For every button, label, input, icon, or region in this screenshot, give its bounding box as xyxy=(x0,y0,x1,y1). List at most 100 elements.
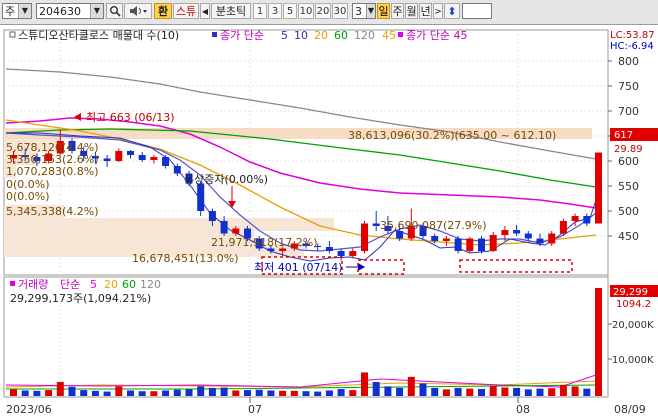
price-axis-tick: 550 xyxy=(618,180,639,193)
volume-bar xyxy=(407,376,415,396)
vol-axis-tick: 20,000K xyxy=(612,320,654,331)
updown-button[interactable]: ⬍ xyxy=(444,3,460,19)
period-10[interactable]: 10 xyxy=(298,3,314,19)
volume-bar xyxy=(173,389,181,396)
yusang-annotation: 유상증자(0.00%) xyxy=(184,173,268,186)
candle-body xyxy=(349,251,357,256)
chevron-down-icon[interactable]: ▼ xyxy=(90,4,103,18)
volume-bar xyxy=(127,390,134,396)
candle-body xyxy=(150,157,158,160)
volume-bar xyxy=(325,390,333,396)
volume-bar xyxy=(232,390,240,396)
tick-type-label: 분초틱 xyxy=(215,5,247,18)
volume-profile-bar xyxy=(4,218,334,231)
count-select[interactable]: 3 ▼ xyxy=(352,3,376,19)
candle-body xyxy=(536,238,544,244)
period-30-label: 30 xyxy=(333,6,347,17)
candle-body xyxy=(220,221,228,234)
stock-code-value: 204630 xyxy=(39,5,81,18)
chevron-down-icon[interactable]: ▼ xyxy=(366,4,375,18)
volume-bar xyxy=(384,386,392,396)
period-3-label: 3 xyxy=(271,6,279,17)
seutyu-button[interactable]: 스튜 xyxy=(173,3,199,19)
stock-chart[interactable]: 최고 663 (06/13) 유상증자(0.00%) 38,613,096(30… xyxy=(0,25,658,419)
candle-body xyxy=(396,231,404,239)
volume-bar xyxy=(454,387,462,396)
volume-bar xyxy=(314,391,322,396)
monthly-button[interactable]: 월 xyxy=(405,3,418,19)
volume-bar xyxy=(103,391,111,396)
updown-icon: ⬍ xyxy=(447,5,457,18)
vp-top-label: 38,613,096(30.2%)(635.00 ~ 612.10) xyxy=(348,129,556,142)
period-20[interactable]: 20 xyxy=(315,3,331,19)
volume-bar xyxy=(115,386,123,396)
prev-button[interactable]: ◀ xyxy=(200,3,210,19)
volume-bar xyxy=(489,386,497,396)
yearly-label: 년 xyxy=(420,5,431,18)
volume-bar xyxy=(33,390,41,396)
market-select[interactable]: 주 ▼ xyxy=(2,3,32,19)
speaker-button[interactable] xyxy=(124,3,152,19)
ma20-legend: 20 xyxy=(314,29,328,42)
period-3[interactable]: 3 xyxy=(268,3,282,19)
price-axis-tick: 700 xyxy=(618,105,639,118)
volume-bar xyxy=(185,389,193,396)
candle-body xyxy=(197,183,205,211)
candle-body xyxy=(431,236,439,241)
candle-body xyxy=(372,223,380,226)
candle-body xyxy=(162,157,170,166)
volume-value: 29,299,173주(1,094.21%) xyxy=(10,292,151,305)
current-volume: 29,299 xyxy=(613,287,648,298)
prev-label: ◀ xyxy=(201,7,209,16)
period-5[interactable]: 5 xyxy=(283,3,297,19)
weekly-button[interactable]: 주 xyxy=(391,3,404,19)
next-button[interactable]: > xyxy=(433,3,443,19)
current-pct: 29.89 xyxy=(614,144,643,155)
yearly-button[interactable]: 년 xyxy=(419,3,432,19)
tick-type-button[interactable]: 분초틱 xyxy=(211,3,251,19)
volume-bar xyxy=(431,387,439,396)
period-20-label: 20 xyxy=(316,6,330,17)
hwan-label: 환 xyxy=(157,5,169,18)
volume-bar xyxy=(80,390,88,396)
volume-bar xyxy=(197,386,205,396)
daily-label: 일 xyxy=(378,5,389,18)
daily-button[interactable]: 일 xyxy=(377,3,390,19)
ma5-legend: 5 xyxy=(281,29,288,42)
weekly-label: 주 xyxy=(392,5,403,18)
candle-body xyxy=(115,151,123,161)
ma45-legend: 45 xyxy=(382,29,396,42)
candle-body xyxy=(127,151,134,155)
volume-bar xyxy=(524,389,532,396)
extra-input[interactable] xyxy=(462,3,492,19)
volume-legend-label: 거래량 xyxy=(18,278,48,291)
candle-body xyxy=(337,251,345,256)
volume-bar xyxy=(337,388,345,396)
lc-label: LC:53.87 xyxy=(610,30,655,41)
candle-body xyxy=(232,228,240,234)
candle-body xyxy=(173,166,181,174)
date-label: 08 xyxy=(516,403,530,416)
period-1[interactable]: 1 xyxy=(253,3,267,19)
vp-label-5: 0(0.0%) xyxy=(6,190,50,203)
period-1-label: 1 xyxy=(256,6,264,17)
stock-code-input[interactable]: 204630 ▼ xyxy=(36,3,104,19)
hwan-button[interactable]: 환 xyxy=(154,3,172,19)
period-30[interactable]: 30 xyxy=(332,3,348,19)
price-legend: 스튜디오산타클로스 매물대 수(10) xyxy=(18,29,179,42)
ma-legend-label: 종가 단순 xyxy=(220,29,264,42)
candle-body xyxy=(478,238,485,251)
legend-swatch xyxy=(10,281,15,286)
hc-label: HC:-6.94 xyxy=(610,41,654,52)
chevron-down-icon[interactable]: ▼ xyxy=(18,4,31,18)
date-label: 2023/06 xyxy=(6,403,52,416)
volume-bar xyxy=(302,391,310,396)
price-axis-tick: 450 xyxy=(618,230,639,243)
search-button[interactable] xyxy=(106,3,123,19)
candle-body xyxy=(501,230,509,235)
next-label: > xyxy=(434,7,442,17)
toolbar: 주 ▼ 204630 ▼ 환 스튜 ◀ 분초틱 1 3 5 10 20 30 3… xyxy=(0,0,658,25)
candle-body xyxy=(548,233,556,244)
volume-bar xyxy=(349,390,357,396)
current-volume-pct: 1094.2 xyxy=(616,299,651,310)
